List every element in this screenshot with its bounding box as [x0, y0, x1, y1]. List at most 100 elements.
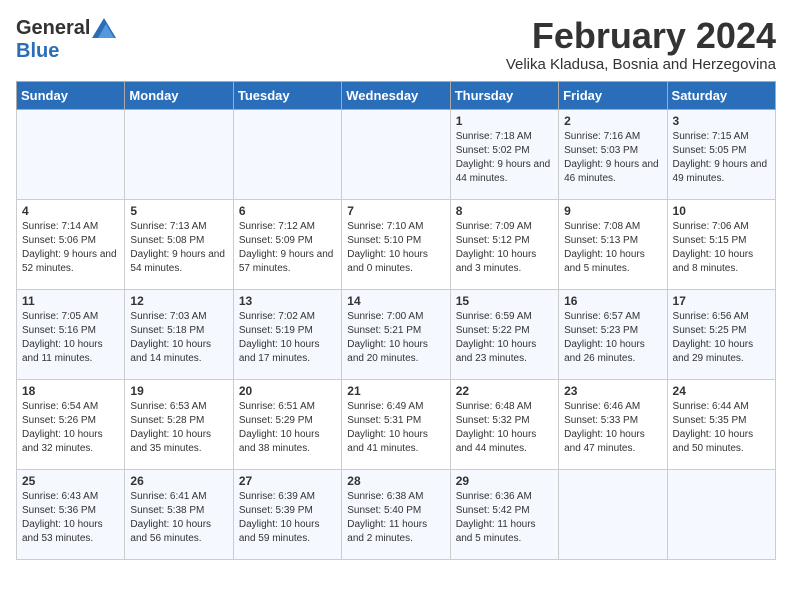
day-info: Sunrise: 7:10 AM Sunset: 5:10 PM Dayligh… [347, 220, 444, 276]
calendar-cell: 24 Sunrise: 6:44 AM Sunset: 5:35 PM Dayli… [667, 379, 775, 469]
calendar-cell: 27Sunrise: 6:39 AM Sunset: 5:39 PM Dayli… [233, 469, 341, 559]
calendar-cell: 29 Sunrise: 6:36 AM Sunset: 5:42 PM Dayli… [450, 469, 558, 559]
day-number: 7 [347, 204, 444, 218]
day-number: 6 [239, 204, 336, 218]
logo-blue-text: Blue [16, 40, 59, 63]
calendar-cell: 13Sunrise: 7:02 AM Sunset: 5:19 PM Dayli… [233, 289, 341, 379]
calendar-week-row: 4 Sunrise: 7:14 AM Sunset: 5:06 PM Daylig… [17, 199, 776, 289]
logo-icon [92, 16, 116, 40]
calendar-week-row: 25 Sunrise: 6:43 AM Sunset: 5:36 PM Dayli… [17, 469, 776, 559]
calendar-cell: 6 Sunrise: 7:12 AM Sunset: 5:09 PM Daylig… [233, 199, 341, 289]
col-header-sunday: Sunday [17, 81, 125, 109]
day-info: Sunrise: 7:05 AM Sunset: 5:16 PM Dayligh… [22, 310, 119, 366]
day-info: Sunrise: 6:43 AM Sunset: 5:36 PM Dayligh… [22, 490, 119, 546]
day-number: 21 [347, 384, 444, 398]
logo: General Blue [16, 16, 116, 63]
day-info: Sunrise: 6:49 AM Sunset: 5:31 PM Dayligh… [347, 400, 444, 456]
calendar-cell: 20Sunrise: 6:51 AM Sunset: 5:29 PM Dayli… [233, 379, 341, 469]
col-header-saturday: Saturday [667, 81, 775, 109]
day-number: 27 [239, 474, 336, 488]
calendar-cell: 2 Sunrise: 7:16 AM Sunset: 5:03 PM Daylig… [559, 109, 667, 199]
day-info: Sunrise: 7:16 AM Sunset: 5:03 PM Dayligh… [564, 130, 661, 186]
day-number: 28 [347, 474, 444, 488]
day-number: 10 [673, 204, 770, 218]
calendar-cell: 28Sunrise: 6:38 AM Sunset: 5:40 PM Dayli… [342, 469, 450, 559]
calendar-cell: 14Sunrise: 7:00 AM Sunset: 5:21 PM Dayli… [342, 289, 450, 379]
page-header: General Blue February 2024 Velika Kladus… [16, 16, 776, 73]
calendar-cell: 15 Sunrise: 6:59 AM Sunset: 5:22 PM Dayli… [450, 289, 558, 379]
day-info: Sunrise: 6:51 AM Sunset: 5:29 PM Dayligh… [239, 400, 336, 456]
col-header-thursday: Thursday [450, 81, 558, 109]
calendar-cell [233, 109, 341, 199]
day-info: Sunrise: 6:44 AM Sunset: 5:35 PM Dayligh… [673, 400, 770, 456]
day-number: 15 [456, 294, 553, 308]
day-number: 22 [456, 384, 553, 398]
calendar-cell: 1 Sunrise: 7:18 AM Sunset: 5:02 PM Daylig… [450, 109, 558, 199]
calendar-cell: 12 Sunrise: 7:03 AM Sunset: 5:18 PM Dayli… [125, 289, 233, 379]
day-number: 26 [130, 474, 227, 488]
day-info: Sunrise: 6:46 AM Sunset: 5:33 PM Dayligh… [564, 400, 661, 456]
col-header-friday: Friday [559, 81, 667, 109]
calendar-cell: 18 Sunrise: 6:54 AM Sunset: 5:26 PM Dayli… [17, 379, 125, 469]
col-header-wednesday: Wednesday [342, 81, 450, 109]
day-info: Sunrise: 7:08 AM Sunset: 5:13 PM Dayligh… [564, 220, 661, 276]
title-block: February 2024 Velika Kladusa, Bosnia and… [506, 16, 776, 73]
day-info: Sunrise: 6:56 AM Sunset: 5:25 PM Dayligh… [673, 310, 770, 366]
day-info: Sunrise: 7:09 AM Sunset: 5:12 PM Dayligh… [456, 220, 553, 276]
day-number: 25 [22, 474, 119, 488]
day-info: Sunrise: 6:57 AM Sunset: 5:23 PM Dayligh… [564, 310, 661, 366]
day-number: 4 [22, 204, 119, 218]
calendar-table: SundayMondayTuesdayWednesdayThursdayFrid… [16, 81, 776, 560]
day-info: Sunrise: 7:13 AM Sunset: 5:08 PM Dayligh… [130, 220, 227, 276]
day-info: Sunrise: 6:59 AM Sunset: 5:22 PM Dayligh… [456, 310, 553, 366]
day-number: 9 [564, 204, 661, 218]
day-info: Sunrise: 7:18 AM Sunset: 5:02 PM Dayligh… [456, 130, 553, 186]
calendar-cell: 10 Sunrise: 7:06 AM Sunset: 5:15 PM Dayli… [667, 199, 775, 289]
day-number: 17 [673, 294, 770, 308]
day-number: 2 [564, 114, 661, 128]
day-number: 19 [130, 384, 227, 398]
calendar-cell: 9 Sunrise: 7:08 AM Sunset: 5:13 PM Daylig… [559, 199, 667, 289]
day-number: 24 [673, 384, 770, 398]
day-info: Sunrise: 7:14 AM Sunset: 5:06 PM Dayligh… [22, 220, 119, 276]
calendar-week-row: 11 Sunrise: 7:05 AM Sunset: 5:16 PM Dayli… [17, 289, 776, 379]
day-info: Sunrise: 6:36 AM Sunset: 5:42 PM Dayligh… [456, 490, 553, 546]
day-number: 29 [456, 474, 553, 488]
calendar-cell [342, 109, 450, 199]
day-number: 11 [22, 294, 119, 308]
calendar-cell: 23 Sunrise: 6:46 AM Sunset: 5:33 PM Dayli… [559, 379, 667, 469]
calendar-cell: 16 Sunrise: 6:57 AM Sunset: 5:23 PM Dayli… [559, 289, 667, 379]
day-info: Sunrise: 7:06 AM Sunset: 5:15 PM Dayligh… [673, 220, 770, 276]
day-number: 23 [564, 384, 661, 398]
day-number: 18 [22, 384, 119, 398]
location-title: Velika Kladusa, Bosnia and Herzegovina [506, 56, 776, 73]
col-header-tuesday: Tuesday [233, 81, 341, 109]
day-info: Sunrise: 6:54 AM Sunset: 5:26 PM Dayligh… [22, 400, 119, 456]
calendar-cell: 4 Sunrise: 7:14 AM Sunset: 5:06 PM Daylig… [17, 199, 125, 289]
calendar-cell: 7 Sunrise: 7:10 AM Sunset: 5:10 PM Daylig… [342, 199, 450, 289]
calendar-header-row: SundayMondayTuesdayWednesdayThursdayFrid… [17, 81, 776, 109]
day-info: Sunrise: 7:03 AM Sunset: 5:18 PM Dayligh… [130, 310, 227, 366]
calendar-cell [17, 109, 125, 199]
day-number: 16 [564, 294, 661, 308]
calendar-cell: 25 Sunrise: 6:43 AM Sunset: 5:36 PM Dayli… [17, 469, 125, 559]
day-number: 3 [673, 114, 770, 128]
day-info: Sunrise: 7:15 AM Sunset: 5:05 PM Dayligh… [673, 130, 770, 186]
day-info: Sunrise: 6:48 AM Sunset: 5:32 PM Dayligh… [456, 400, 553, 456]
day-info: Sunrise: 6:41 AM Sunset: 5:38 PM Dayligh… [130, 490, 227, 546]
month-title: February 2024 [506, 16, 776, 56]
calendar-cell: 5Sunrise: 7:13 AM Sunset: 5:08 PM Daylig… [125, 199, 233, 289]
calendar-cell [125, 109, 233, 199]
day-number: 1 [456, 114, 553, 128]
calendar-week-row: 18 Sunrise: 6:54 AM Sunset: 5:26 PM Dayli… [17, 379, 776, 469]
logo-general-text: General [16, 17, 90, 40]
calendar-week-row: 1 Sunrise: 7:18 AM Sunset: 5:02 PM Daylig… [17, 109, 776, 199]
calendar-cell: 17 Sunrise: 6:56 AM Sunset: 5:25 PM Dayli… [667, 289, 775, 379]
calendar-cell [667, 469, 775, 559]
day-info: Sunrise: 7:12 AM Sunset: 5:09 PM Dayligh… [239, 220, 336, 276]
day-info: Sunrise: 7:00 AM Sunset: 5:21 PM Dayligh… [347, 310, 444, 366]
day-number: 12 [130, 294, 227, 308]
calendar-cell: 11 Sunrise: 7:05 AM Sunset: 5:16 PM Dayli… [17, 289, 125, 379]
day-number: 13 [239, 294, 336, 308]
calendar-cell: 26 Sunrise: 6:41 AM Sunset: 5:38 PM Dayli… [125, 469, 233, 559]
